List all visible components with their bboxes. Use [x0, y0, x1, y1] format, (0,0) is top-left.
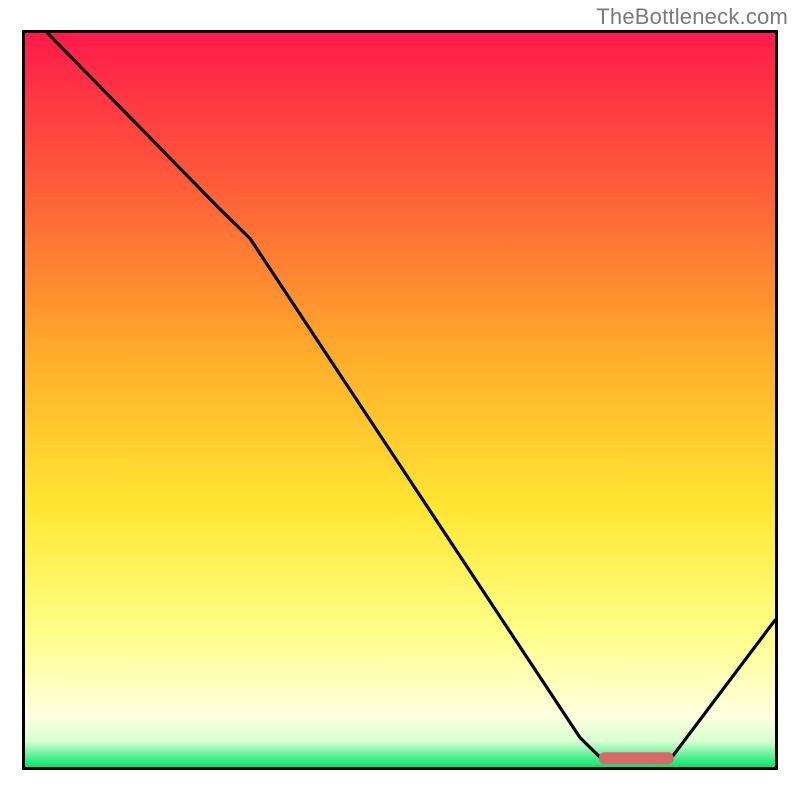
- gradient-background: [25, 33, 775, 767]
- chart-canvas: [25, 33, 775, 767]
- plot-frame: [22, 30, 778, 770]
- watermark-text: TheBottleneck.com: [596, 4, 788, 30]
- flat-region-marker: [599, 752, 674, 764]
